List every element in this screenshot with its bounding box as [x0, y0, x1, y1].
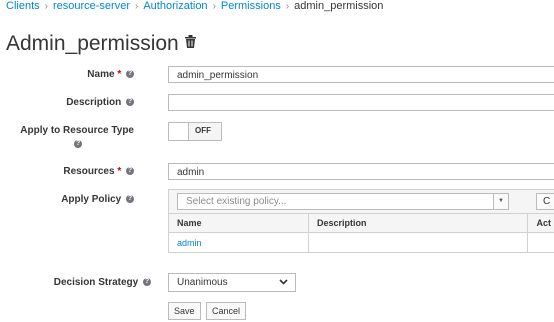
resources-input-value: admin	[177, 167, 205, 178]
save-button-label: Save	[174, 306, 195, 316]
policy-name-link[interactable]: admin	[177, 238, 202, 248]
breadcrumb-resource-server[interactable]: resource-server	[53, 0, 130, 12]
table-header-row: Name Description Act	[168, 213, 554, 233]
help-icon[interactable]: ?	[126, 167, 134, 176]
name-label-text: Name	[87, 69, 115, 80]
dropdown-caret-icon: ▼	[493, 194, 508, 209]
apply-resource-type-label: Apply to Resource Type ?	[20, 125, 134, 150]
help-icon[interactable]: ?	[143, 278, 151, 287]
description-label: Description ?	[66, 97, 134, 108]
column-header-name[interactable]: Name	[168, 213, 309, 233]
policy-select-placeholder: Select existing policy...	[186, 196, 287, 207]
policy-table: Name Description Act admin	[168, 213, 554, 253]
decision-strategy-select[interactable]: Unanimous	[168, 273, 296, 292]
cancel-button[interactable]: Cancel	[206, 302, 247, 320]
name-label: Name * ?	[87, 69, 134, 80]
resources-label: Resources * ?	[63, 166, 134, 177]
save-button[interactable]: Save	[168, 302, 201, 320]
breadcrumb-current: admin_permission	[294, 0, 384, 12]
create-policy-button[interactable]: C	[536, 193, 554, 210]
page-title-row: Admin_permission	[6, 32, 196, 56]
help-icon[interactable]: ?	[126, 98, 134, 107]
column-header-actions: Act	[527, 213, 554, 233]
breadcrumb: Clients › resource-server › Authorization › Pe…	[6, 0, 383, 12]
decision-strategy-label-text: Decision Strategy	[53, 277, 139, 288]
required-mark: *	[117, 166, 122, 177]
help-icon[interactable]: ?	[126, 195, 134, 204]
decision-strategy-label: Decision Strategy ?	[54, 277, 151, 288]
cancel-button-label: Cancel	[212, 306, 241, 316]
chevron-down-icon	[279, 278, 288, 287]
toggle-state-label: OFF	[195, 126, 211, 135]
breadcrumb-permissions[interactable]: Permissions	[221, 0, 281, 12]
breadcrumb-clients[interactable]: Clients	[6, 0, 40, 12]
required-mark: *	[117, 69, 122, 80]
policy-actions-cell	[527, 232, 554, 253]
chevron-right-icon: ›	[135, 1, 139, 12]
chevron-right-icon: ›	[44, 1, 48, 12]
help-icon[interactable]: ?	[74, 140, 83, 149]
description-label-text: Description	[66, 97, 122, 108]
resources-input[interactable]: admin	[168, 163, 554, 180]
chevron-right-icon: ›	[212, 1, 216, 12]
page-title: Admin_permission	[6, 32, 179, 55]
resources-label-text: Resources	[63, 166, 115, 177]
policy-select[interactable]: Select existing policy... ▼	[177, 193, 509, 210]
trash-icon[interactable]	[184, 30, 196, 54]
description-input[interactable]	[168, 94, 554, 111]
apply-policy-label-text: Apply Policy	[61, 194, 122, 205]
decision-strategy-value: Unanimous	[177, 277, 228, 288]
apply-policy-label: Apply Policy ?	[61, 194, 134, 205]
policy-description-cell	[307, 232, 529, 253]
create-policy-button-label: C	[543, 196, 551, 207]
name-input[interactable]: admin_permission	[168, 66, 554, 83]
resource-type-toggle[interactable]: OFF	[168, 122, 222, 141]
name-input-value: admin_permission	[177, 70, 259, 81]
apply-resource-type-label-text: Apply to Resource Type	[20, 125, 134, 136]
toggle-knob	[169, 123, 189, 140]
policy-name-cell: admin	[168, 232, 309, 253]
help-icon[interactable]: ?	[126, 70, 134, 79]
chevron-right-icon: ›	[285, 1, 290, 12]
column-header-description[interactable]: Description	[307, 213, 529, 233]
table-row: admin	[168, 232, 554, 253]
breadcrumb-authorization[interactable]: Authorization	[143, 0, 207, 12]
